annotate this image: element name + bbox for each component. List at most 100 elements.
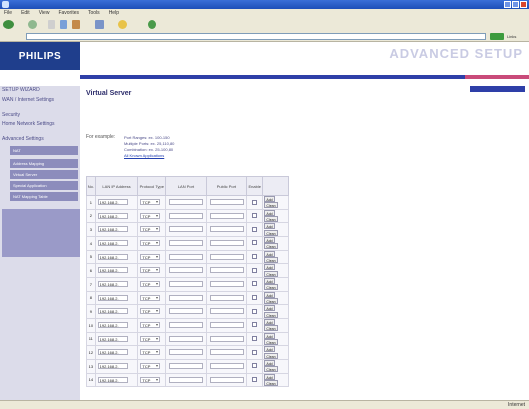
- enable-checkbox[interactable]: [252, 377, 258, 383]
- add-button[interactable]: Add: [264, 305, 275, 312]
- sidebar-item-setup-wizard[interactable]: SETUP WIZARD: [2, 88, 78, 93]
- enable-checkbox[interactable]: [252, 336, 258, 342]
- enable-checkbox[interactable]: [252, 226, 258, 232]
- address-field[interactable]: [26, 33, 486, 40]
- lan-ip-input[interactable]: 192.168.2.: [97, 308, 128, 315]
- clean-button[interactable]: Clean: [264, 311, 278, 318]
- lan-ip-input[interactable]: 192.168.2.: [97, 294, 128, 301]
- menu-edit[interactable]: Edit: [21, 10, 30, 16]
- menu-file[interactable]: File: [4, 10, 12, 16]
- clean-button[interactable]: Clean: [264, 379, 278, 386]
- links-label[interactable]: Links: [507, 34, 516, 39]
- close-button[interactable]: [520, 1, 527, 8]
- media-icon[interactable]: [148, 20, 156, 29]
- clean-button[interactable]: Clean: [264, 297, 278, 304]
- sidebar-item-special-application[interactable]: Special Application: [10, 181, 78, 190]
- add-button[interactable]: Add: [264, 236, 275, 243]
- public-port-input[interactable]: [209, 335, 244, 342]
- forward-button[interactable]: [28, 20, 37, 29]
- lan-port-input[interactable]: [169, 294, 204, 301]
- menu-view[interactable]: View: [39, 10, 50, 16]
- lan-port-input[interactable]: [169, 335, 204, 342]
- clean-button[interactable]: Clean: [264, 338, 278, 345]
- add-button[interactable]: Add: [264, 196, 275, 202]
- clean-button[interactable]: Clean: [264, 202, 278, 209]
- sidebar-item-nat-mapping-table[interactable]: NAT Mapping Table: [10, 192, 78, 201]
- clean-button[interactable]: Clean: [264, 256, 278, 263]
- lan-port-input[interactable]: [169, 199, 204, 206]
- lan-ip-input[interactable]: 192.168.2.: [97, 226, 128, 233]
- add-button[interactable]: Add: [264, 223, 275, 230]
- lan-port-input[interactable]: [169, 226, 204, 233]
- go-button[interactable]: [490, 33, 504, 40]
- add-button[interactable]: Add: [264, 291, 275, 298]
- add-button[interactable]: Add: [264, 373, 275, 380]
- menu-favorites[interactable]: Favorites: [58, 10, 79, 16]
- clean-button[interactable]: Clean: [264, 284, 278, 291]
- sidebar-item-security[interactable]: Security: [2, 113, 78, 118]
- add-button[interactable]: Add: [264, 209, 275, 216]
- public-port-input[interactable]: [209, 212, 244, 219]
- lan-port-input[interactable]: [169, 376, 204, 383]
- protocol-select[interactable]: TCP: [140, 281, 161, 288]
- public-port-input[interactable]: [209, 240, 244, 247]
- sidebar-item-virtual-server[interactable]: Virtual Server: [10, 170, 78, 179]
- protocol-select[interactable]: TCP: [140, 322, 161, 329]
- enable-checkbox[interactable]: [252, 349, 258, 355]
- protocol-select[interactable]: TCP: [140, 253, 161, 260]
- lan-ip-input[interactable]: 192.168.2.: [97, 363, 128, 370]
- lan-port-input[interactable]: [169, 253, 204, 260]
- public-port-input[interactable]: [209, 294, 244, 301]
- enable-checkbox[interactable]: [252, 322, 258, 328]
- public-port-input[interactable]: [209, 199, 244, 206]
- public-port-input[interactable]: [209, 281, 244, 288]
- clean-button[interactable]: Clean: [264, 352, 278, 359]
- enable-checkbox[interactable]: [252, 213, 258, 219]
- favorites-icon[interactable]: [118, 20, 127, 29]
- menu-help[interactable]: Help: [109, 10, 119, 16]
- enable-checkbox[interactable]: [252, 363, 258, 369]
- add-button[interactable]: Add: [264, 277, 275, 284]
- protocol-select[interactable]: TCP: [140, 226, 161, 233]
- home-logout-button[interactable]: [470, 86, 525, 92]
- public-port-input[interactable]: [209, 267, 244, 274]
- menu-tools[interactable]: Tools: [88, 10, 100, 16]
- lan-port-input[interactable]: [169, 322, 204, 329]
- enable-checkbox[interactable]: [252, 295, 258, 301]
- enable-checkbox[interactable]: [252, 308, 258, 314]
- protocol-select[interactable]: TCP: [140, 294, 161, 301]
- lan-ip-input[interactable]: 192.168.2.: [97, 199, 128, 206]
- lan-port-input[interactable]: [169, 240, 204, 247]
- clean-button[interactable]: Clean: [264, 366, 278, 373]
- lan-port-input[interactable]: [169, 349, 204, 356]
- sidebar-item-wan[interactable]: WAN / Internet Settings: [2, 98, 78, 103]
- protocol-select[interactable]: TCP: [140, 240, 161, 247]
- enable-checkbox[interactable]: [252, 254, 258, 260]
- public-port-input[interactable]: [209, 349, 244, 356]
- clean-button[interactable]: Clean: [264, 270, 278, 277]
- known-applications-link[interactable]: All Known Applications: [124, 153, 164, 158]
- lan-ip-input[interactable]: 192.168.2.: [97, 349, 128, 356]
- add-button[interactable]: Add: [264, 359, 275, 366]
- protocol-select[interactable]: TCP: [140, 308, 161, 315]
- add-button[interactable]: Add: [264, 346, 275, 353]
- lan-port-input[interactable]: [169, 212, 204, 219]
- lan-port-input[interactable]: [169, 363, 204, 370]
- protocol-select[interactable]: TCP: [140, 363, 161, 370]
- public-port-input[interactable]: [209, 363, 244, 370]
- protocol-select[interactable]: TCP: [140, 376, 161, 383]
- add-button[interactable]: Add: [264, 264, 275, 271]
- public-port-input[interactable]: [209, 308, 244, 315]
- sidebar-item-home-network[interactable]: Home Network Settings: [2, 122, 78, 127]
- public-port-input[interactable]: [209, 376, 244, 383]
- sidebar-item-nat[interactable]: NAT: [10, 146, 78, 155]
- lan-ip-input[interactable]: 192.168.2.: [97, 267, 128, 274]
- protocol-select[interactable]: TCP: [140, 335, 161, 342]
- lan-ip-input[interactable]: 192.168.2.: [97, 376, 128, 383]
- enable-checkbox[interactable]: [252, 267, 258, 273]
- lan-ip-input[interactable]: 192.168.2.: [97, 322, 128, 329]
- lan-ip-input[interactable]: 192.168.2.: [97, 212, 128, 219]
- search-icon[interactable]: [95, 20, 104, 29]
- minimize-button[interactable]: [504, 1, 511, 8]
- maximize-button[interactable]: [512, 1, 519, 8]
